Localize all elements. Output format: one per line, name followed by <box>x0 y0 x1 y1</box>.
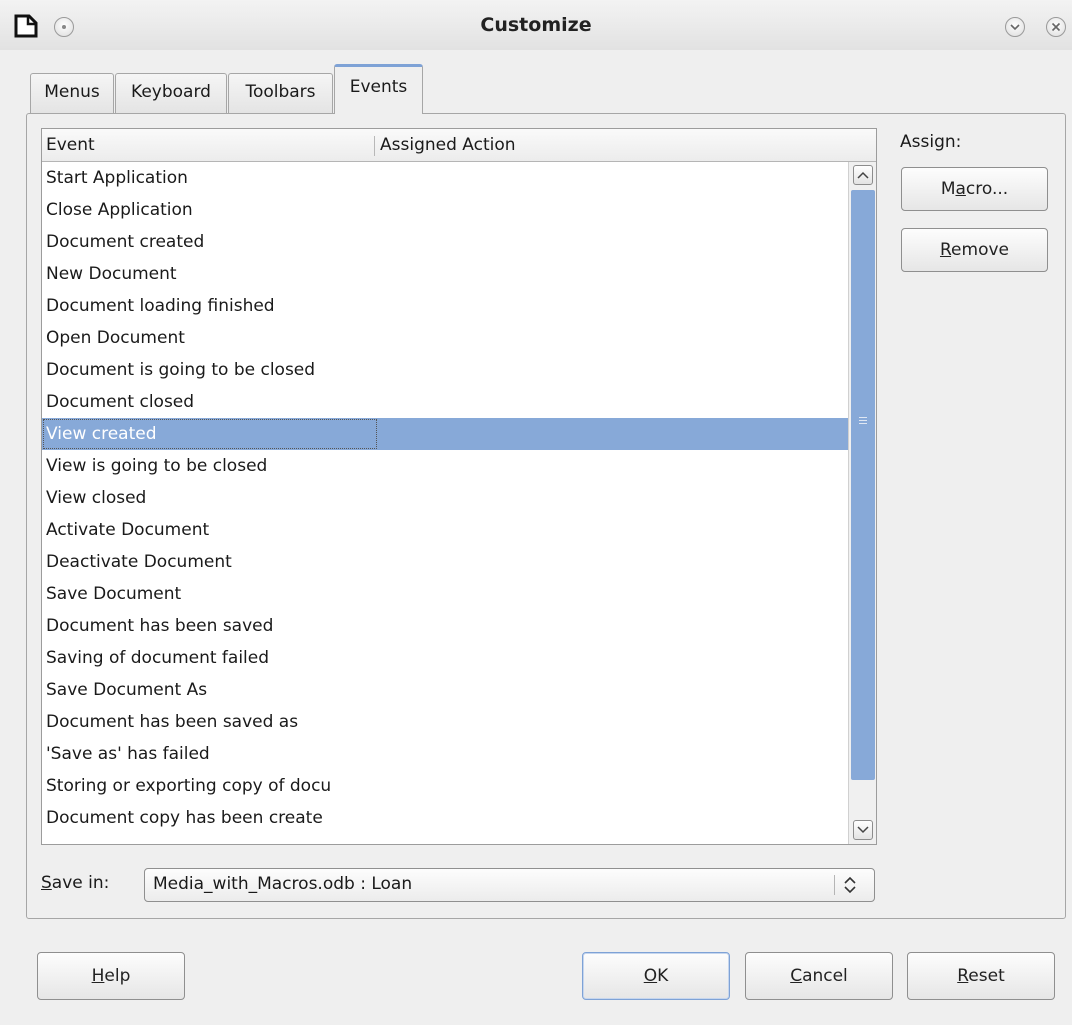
tab-keyboard[interactable]: Keyboard <box>115 73 227 113</box>
event-row[interactable]: View created <box>42 418 848 450</box>
event-name: Document has been saved as <box>46 712 299 732</box>
event-list[interactable]: Event Assigned Action Start Application C… <box>41 128 877 845</box>
button-text: ancel <box>802 966 848 986</box>
tab-label: Toolbars <box>245 82 316 102</box>
minimize-icon[interactable] <box>1005 17 1025 37</box>
ok-button[interactable]: OK <box>582 952 730 1000</box>
tab-label: Keyboard <box>131 82 211 102</box>
event-row[interactable]: Document loading finished <box>42 290 848 322</box>
mnemonic: O <box>643 966 658 986</box>
chevron-down-icon <box>857 826 869 834</box>
event-name: View closed <box>46 488 147 508</box>
event-row[interactable]: Deactivate Document <box>42 546 848 578</box>
focus-rect <box>43 419 377 449</box>
event-name: Document has been saved <box>46 616 274 636</box>
column-header-assigned-action[interactable]: Assigned Action <box>380 135 516 155</box>
tab-menus[interactable]: Menus <box>30 73 114 113</box>
cancel-button[interactable]: Cancel <box>745 952 893 1000</box>
window-title: Customize <box>480 14 592 36</box>
close-icon[interactable] <box>1046 17 1066 37</box>
remove-button[interactable]: Remove <box>901 228 1048 272</box>
event-row[interactable]: Save Document As <box>42 674 848 706</box>
assign-label: Assign: <box>900 132 962 152</box>
save-in-value: Media_with_Macros.odb : Loan <box>153 874 413 894</box>
scroll-thumb[interactable] <box>851 190 875 780</box>
event-name: Document loading finished <box>46 296 275 316</box>
event-name: Storing or exporting copy of docu <box>46 776 332 796</box>
event-row[interactable]: Document is going to be closed <box>42 354 848 386</box>
label-text: ave in: <box>51 873 110 893</box>
spin-arrows-icon <box>844 876 856 894</box>
event-name: Save Document As <box>46 680 208 700</box>
tab-label: Menus <box>44 82 100 102</box>
combo-divider <box>834 875 835 895</box>
chevron-up-icon <box>857 171 869 179</box>
tab-label: Events <box>349 77 408 97</box>
event-row[interactable]: View is going to be closed <box>42 450 848 482</box>
event-name: Start Application <box>46 168 188 188</box>
help-button[interactable]: Help <box>37 952 185 1000</box>
event-name: New Document <box>46 264 177 284</box>
event-row[interactable]: Document created <box>42 226 848 258</box>
list-header: Event Assigned Action <box>42 129 876 162</box>
event-row[interactable]: Close Application <box>42 194 848 226</box>
grip-icon <box>859 417 867 426</box>
button-text: M <box>940 179 956 199</box>
mnemonic: R <box>939 240 952 260</box>
event-name: Save Document <box>46 584 182 604</box>
event-rows: Start Application Close Application Docume… <box>42 162 848 834</box>
event-name: Document is going to be closed <box>46 360 316 380</box>
button-text: K <box>657 966 669 986</box>
event-name: Document copy has been create <box>46 808 323 828</box>
event-name: Document closed <box>46 392 195 412</box>
vertical-scrollbar[interactable] <box>848 162 876 844</box>
title-bar: Customize <box>0 0 1072 50</box>
event-name: View is going to be closed <box>46 456 268 476</box>
event-row[interactable]: Document closed <box>42 386 848 418</box>
button-text: elp <box>104 966 131 986</box>
event-name: Deactivate Document <box>46 552 232 572</box>
tab-toolbars[interactable]: Toolbars <box>228 73 333 113</box>
reset-button[interactable]: Reset <box>907 952 1055 1000</box>
event-row[interactable]: New Document <box>42 258 848 290</box>
save-in-label: Save in: <box>41 873 109 893</box>
button-text: cro... <box>965 179 1009 199</box>
event-name: Activate Document <box>46 520 210 540</box>
mnemonic: H <box>91 966 105 986</box>
event-row[interactable]: Open Document <box>42 322 848 354</box>
mnemonic: R <box>957 966 969 986</box>
event-row[interactable]: Storing or exporting copy of docu <box>42 770 848 802</box>
scroll-down-button[interactable] <box>853 820 873 840</box>
mnemonic: a <box>955 179 966 199</box>
event-row[interactable]: Activate Document <box>42 514 848 546</box>
button-text: eset <box>968 966 1005 986</box>
event-name: Open Document <box>46 328 185 348</box>
event-row[interactable]: View closed <box>42 482 848 514</box>
event-row[interactable]: Document copy has been create <box>42 802 848 834</box>
event-row[interactable]: 'Save as' has failed <box>42 738 848 770</box>
event-row[interactable]: Document has been saved as <box>42 706 848 738</box>
event-name: 'Save as' has failed <box>46 744 210 764</box>
event-name: Document created <box>46 232 205 252</box>
tab-events[interactable]: Events <box>334 64 423 114</box>
event-row[interactable]: Document has been saved <box>42 610 848 642</box>
event-name: Saving of document failed <box>46 648 270 668</box>
scroll-up-button[interactable] <box>853 165 873 185</box>
event-row[interactable]: Save Document <box>42 578 848 610</box>
save-in-combobox[interactable]: Media_with_Macros.odb : Loan <box>144 868 875 902</box>
mnemonic: C <box>790 966 803 986</box>
event-name: Close Application <box>46 200 193 220</box>
event-row[interactable]: Start Application <box>42 162 848 194</box>
button-text: emove <box>951 240 1009 260</box>
mnemonic: S <box>41 873 52 893</box>
macro-button[interactable]: Macro... <box>901 167 1048 211</box>
column-divider[interactable] <box>374 136 375 156</box>
event-row[interactable]: Saving of document failed <box>42 642 848 674</box>
column-header-event[interactable]: Event <box>46 135 95 155</box>
